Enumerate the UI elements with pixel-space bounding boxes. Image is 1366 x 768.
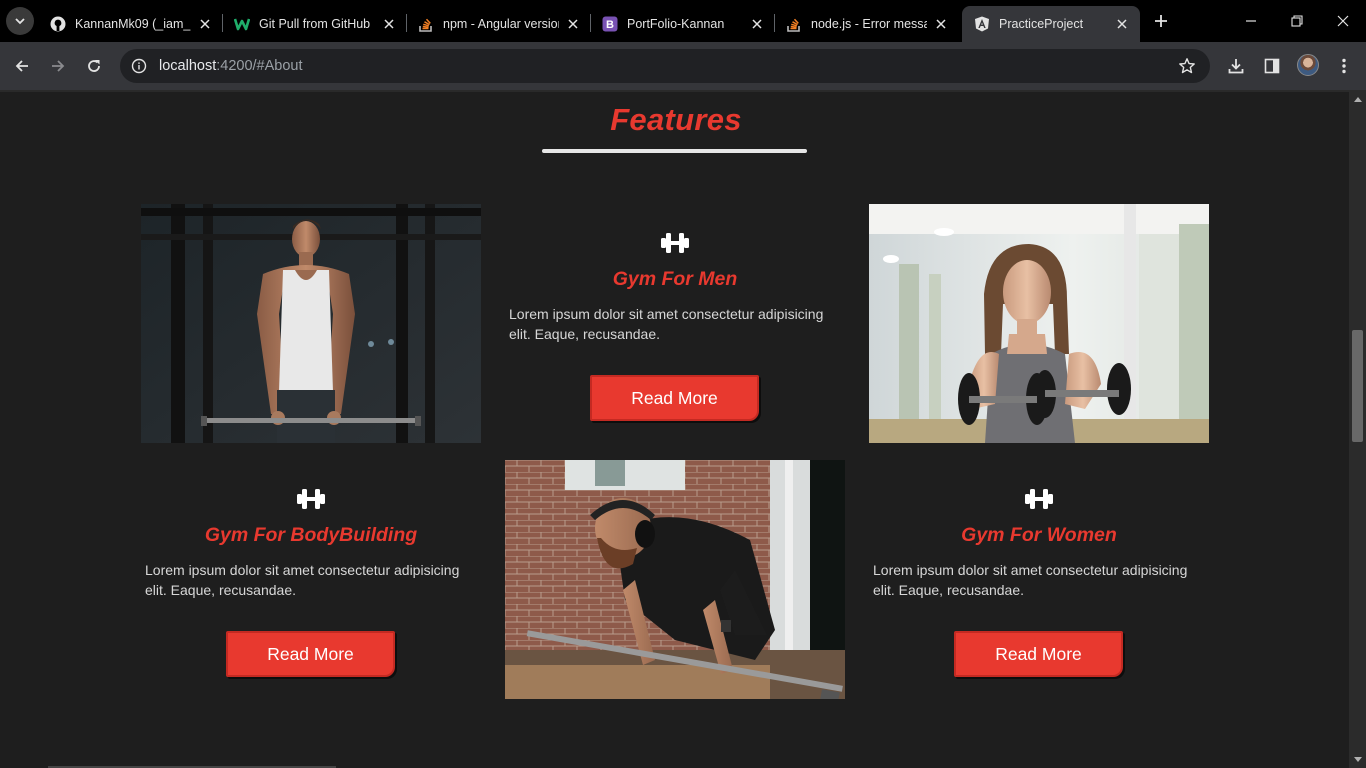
feature-card-bodybuilding: Gym For BodyBuilding Lorem ipsum dolor s… — [141, 460, 481, 699]
svg-text:B: B — [606, 19, 614, 31]
arrow-left-icon — [15, 60, 28, 72]
tab-title: Git Pull from GitHub — [259, 17, 371, 31]
url-text: localhost:4200/#About — [159, 58, 303, 74]
reload-button[interactable] — [80, 52, 108, 80]
profile-avatar[interactable] — [1297, 54, 1319, 76]
tab-title: npm - Angular version — [443, 17, 559, 31]
scroll-thumb[interactable] — [1352, 330, 1363, 442]
tab-strip: KannanMk09 (_iam_m Git Pull from GitHub … — [0, 0, 1366, 42]
angular-icon — [974, 16, 990, 32]
forward-button[interactable] — [44, 52, 72, 80]
url-host: localhost — [159, 58, 217, 74]
card-description: Lorem ipsum dolor sit amet consectetur a… — [509, 306, 824, 342]
close-window-button[interactable] — [1320, 0, 1366, 42]
kebab-menu-icon — [1342, 58, 1346, 74]
download-icon — [1228, 59, 1244, 74]
read-more-button[interactable]: Read More — [954, 631, 1123, 677]
read-more-button[interactable]: Read More — [590, 375, 759, 421]
restore-icon — [1291, 15, 1303, 27]
browser-menu-button[interactable] — [1330, 52, 1358, 80]
close-icon[interactable] — [197, 16, 213, 32]
stackoverflow-icon — [418, 16, 434, 32]
downloads-button[interactable] — [1222, 52, 1250, 80]
photo-bearded-man-barbell-row — [505, 460, 845, 699]
bookmark-star-icon[interactable] — [1178, 57, 1196, 75]
dumbbell-icon — [141, 487, 481, 511]
browser-toolbar: localhost:4200/#About — [0, 42, 1366, 90]
tab-practice-project[interactable]: PracticeProject — [962, 6, 1140, 42]
close-icon[interactable] — [1114, 16, 1130, 32]
dumbbell-icon — [869, 487, 1209, 511]
dumbbell-icon — [505, 231, 845, 255]
back-button[interactable] — [8, 52, 36, 80]
card-description: Lorem ipsum dolor sit amet consectetur a… — [873, 562, 1188, 598]
tab-nodejs-error[interactable]: node.js - Error messa — [774, 6, 959, 42]
close-icon[interactable] — [749, 16, 765, 32]
restore-button[interactable] — [1274, 0, 1320, 42]
scroll-up-arrow-icon[interactable] — [1349, 90, 1366, 107]
close-icon[interactable] — [933, 16, 949, 32]
read-more-button[interactable]: Read More — [226, 631, 395, 677]
tab-title: PracticeProject — [999, 17, 1084, 31]
reload-icon — [88, 60, 100, 72]
tab-portfolio[interactable]: B PortFolio-Kannan — [590, 6, 775, 42]
url-path: :4200/#About — [216, 58, 303, 74]
card-description: Lorem ipsum dolor sit amet consectetur a… — [145, 562, 460, 598]
bootstrap-icon: B — [602, 16, 618, 32]
section-heading: Features — [610, 102, 742, 137]
new-tab-button[interactable] — [1150, 10, 1172, 32]
chevron-down-icon — [15, 18, 25, 25]
tab-title: KannanMk09 (_iam_m — [75, 17, 191, 31]
page-scrollbar[interactable] — [1349, 90, 1366, 768]
tab-title: PortFolio-Kannan — [627, 17, 725, 31]
feature-card-men: Gym For Men Lorem ipsum dolor sit amet c… — [505, 204, 845, 443]
page-viewport: Features Gym For Men Lorem ipsum dolor s… — [0, 90, 1349, 768]
photo-man-barbell-rack — [141, 204, 481, 443]
tab-title: node.js - Error messa — [811, 17, 927, 31]
card-title: Gym For Men — [612, 268, 738, 290]
side-panel-icon — [1264, 58, 1280, 74]
tab-search-button[interactable] — [6, 7, 34, 35]
side-panel-button[interactable] — [1258, 52, 1286, 80]
close-icon — [1337, 15, 1349, 27]
minimize-button[interactable] — [1228, 0, 1274, 42]
tab-npm-angular[interactable]: npm - Angular version — [406, 6, 591, 42]
github-icon — [50, 16, 66, 32]
close-icon[interactable] — [381, 16, 397, 32]
address-bar[interactable]: localhost:4200/#About — [120, 49, 1210, 83]
feature-card-women: Gym For Women Lorem ipsum dolor sit amet… — [869, 460, 1209, 699]
plus-icon — [1155, 15, 1167, 27]
tab-github[interactable]: KannanMk09 (_iam_m — [38, 6, 223, 42]
w-letter-icon — [234, 16, 250, 32]
close-icon[interactable] — [565, 16, 581, 32]
info-icon[interactable] — [122, 49, 156, 83]
card-title: Gym For BodyBuilding — [204, 524, 418, 546]
minimize-icon — [1246, 20, 1256, 22]
card-title: Gym For Women — [961, 524, 1117, 546]
stackoverflow-icon — [786, 16, 802, 32]
arrow-right-icon — [52, 60, 65, 72]
heading-underline — [542, 149, 807, 153]
scroll-down-arrow-icon[interactable] — [1349, 751, 1366, 768]
photo-woman-dumbbells — [869, 204, 1209, 443]
tab-git-pull[interactable]: Git Pull from GitHub — [222, 6, 407, 42]
